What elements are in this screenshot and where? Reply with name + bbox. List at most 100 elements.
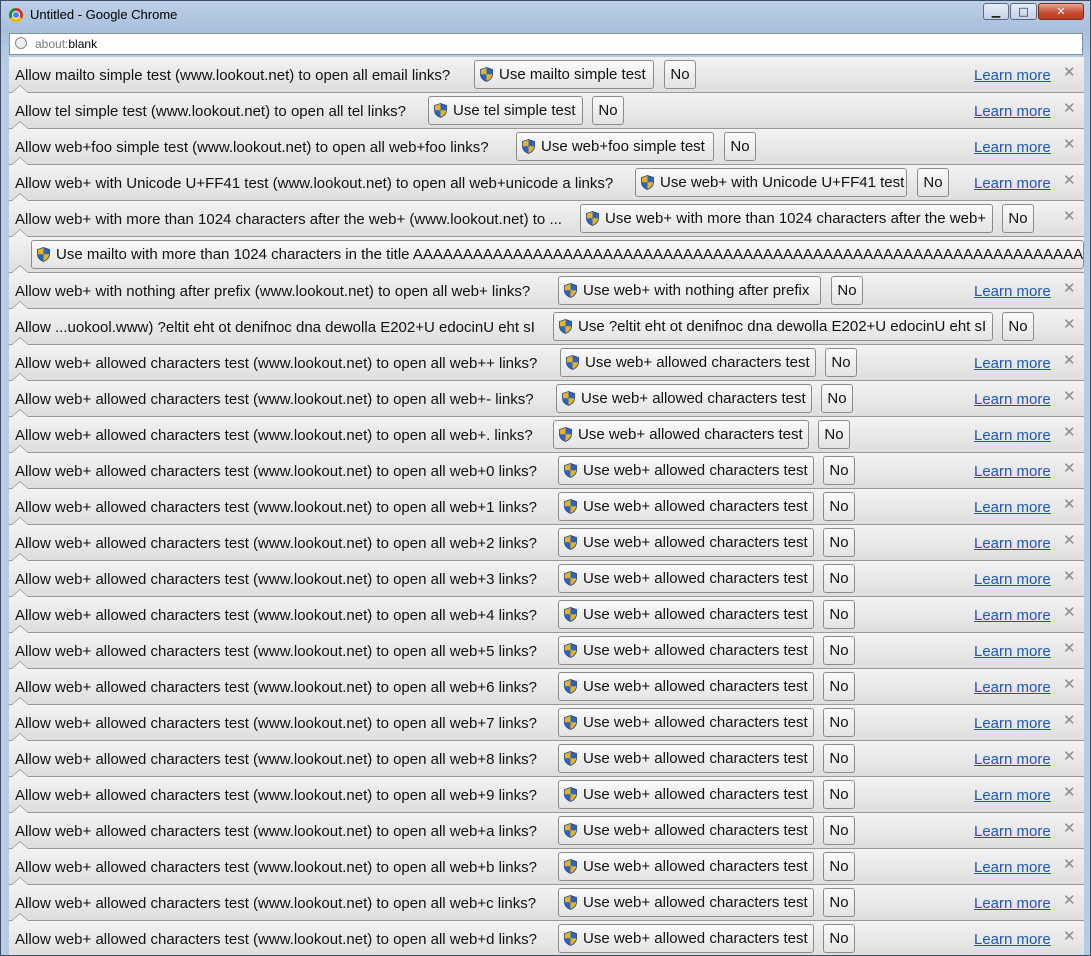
close-infobar-icon[interactable]: ✕: [1063, 65, 1076, 80]
no-button[interactable]: No: [823, 564, 855, 593]
use-handler-button[interactable]: Use web+ allowed characters test: [558, 600, 814, 629]
close-infobar-icon[interactable]: ✕: [1063, 137, 1076, 152]
close-infobar-icon[interactable]: ✕: [1063, 713, 1076, 728]
use-handler-button[interactable]: Use web+ allowed characters test: [558, 816, 814, 845]
no-button[interactable]: No: [664, 60, 696, 89]
learn-more-link[interactable]: Learn more: [974, 931, 1051, 948]
no-button[interactable]: No: [823, 708, 855, 737]
no-button[interactable]: No: [831, 276, 863, 305]
learn-more-link[interactable]: Learn more: [974, 283, 1051, 300]
close-infobar-icon[interactable]: ✕: [1063, 677, 1076, 692]
no-button[interactable]: No: [917, 168, 949, 197]
use-handler-button[interactable]: Use web+ allowed characters test: [558, 888, 814, 917]
close-infobar-icon[interactable]: ✕: [1063, 749, 1076, 764]
use-handler-button[interactable]: Use web+ allowed characters test: [553, 420, 809, 449]
use-handler-button[interactable]: Use web+ allowed characters test: [558, 744, 814, 773]
no-button[interactable]: No: [825, 348, 857, 377]
learn-more-link[interactable]: Learn more: [974, 679, 1051, 696]
use-handler-button[interactable]: Use web+ allowed characters test: [558, 708, 814, 737]
address-text[interactable]: about:blank: [35, 37, 97, 51]
use-handler-button[interactable]: Use web+ allowed characters test: [558, 528, 814, 557]
no-button[interactable]: No: [592, 96, 624, 125]
learn-more-link[interactable]: Learn more: [974, 535, 1051, 552]
no-button[interactable]: No: [823, 924, 855, 953]
use-handler-button[interactable]: Use web+ allowed characters test: [558, 924, 814, 953]
no-button[interactable]: No: [823, 816, 855, 845]
learn-more-link[interactable]: Learn more: [974, 859, 1051, 876]
learn-more-link[interactable]: Learn more: [974, 139, 1051, 156]
close-infobar-icon[interactable]: ✕: [1063, 209, 1076, 224]
learn-more-link[interactable]: Learn more: [974, 499, 1051, 516]
close-infobar-icon[interactable]: ✕: [1063, 641, 1076, 656]
learn-more-link[interactable]: Learn more: [974, 355, 1051, 372]
close-infobar-icon[interactable]: ✕: [1063, 533, 1076, 548]
no-button[interactable]: No: [821, 384, 853, 413]
use-handler-button[interactable]: Use mailto with more than 1024 character…: [31, 240, 1084, 269]
learn-more-link[interactable]: Learn more: [974, 607, 1051, 624]
use-handler-button[interactable]: Use web+ with Unicode U+FF41 test: [635, 168, 907, 197]
learn-more-link[interactable]: Learn more: [974, 391, 1051, 408]
close-infobar-icon[interactable]: ✕: [1063, 461, 1076, 476]
close-infobar-icon[interactable]: ✕: [1063, 353, 1076, 368]
learn-more-link[interactable]: Learn more: [974, 463, 1051, 480]
no-button[interactable]: No: [823, 744, 855, 773]
no-button[interactable]: No: [724, 132, 756, 161]
learn-more-link[interactable]: Learn more: [974, 643, 1051, 660]
use-handler-button[interactable]: Use web+ allowed characters test: [560, 348, 816, 377]
no-button[interactable]: No: [823, 456, 855, 485]
use-handler-button[interactable]: Use web+ allowed characters test: [558, 852, 814, 881]
use-handler-button[interactable]: Use mailto simple test: [474, 60, 654, 89]
learn-more-link[interactable]: Learn more: [974, 895, 1051, 912]
close-infobar-icon[interactable]: ✕: [1063, 857, 1076, 872]
close-infobar-icon[interactable]: ✕: [1063, 929, 1076, 944]
close-infobar-icon[interactable]: ✕: [1063, 173, 1076, 188]
no-button[interactable]: No: [823, 636, 855, 665]
address-bar[interactable]: about:blank: [9, 33, 1083, 55]
title-bar[interactable]: Untitled - Google Chrome ▁ □ ✕: [1, 1, 1090, 31]
maximize-button[interactable]: □: [1010, 3, 1037, 20]
close-infobar-icon[interactable]: ✕: [1063, 317, 1076, 332]
learn-more-link[interactable]: Learn more: [974, 823, 1051, 840]
no-button[interactable]: No: [823, 528, 855, 557]
learn-more-link[interactable]: Learn more: [974, 751, 1051, 768]
close-window-button[interactable]: ✕: [1038, 3, 1084, 20]
close-infobar-icon[interactable]: ✕: [1063, 389, 1076, 404]
close-infobar-icon[interactable]: ✕: [1063, 101, 1076, 116]
close-infobar-icon[interactable]: ✕: [1063, 605, 1076, 620]
minimize-button[interactable]: ▁: [983, 3, 1009, 20]
close-infobar-icon[interactable]: ✕: [1063, 497, 1076, 512]
use-handler-button[interactable]: Use tel simple test: [428, 96, 583, 125]
use-handler-button[interactable]: Use web+ allowed characters test: [558, 456, 814, 485]
use-handler-button[interactable]: Use web+ allowed characters test: [558, 672, 814, 701]
close-infobar-icon[interactable]: ✕: [1063, 821, 1076, 836]
no-button[interactable]: No: [823, 888, 855, 917]
use-handler-button[interactable]: Use web+ allowed characters test: [558, 564, 814, 593]
learn-more-link[interactable]: Learn more: [974, 715, 1051, 732]
learn-more-link[interactable]: Learn more: [974, 787, 1051, 804]
learn-more-link[interactable]: Learn more: [974, 427, 1051, 444]
use-handler-button[interactable]: Use web+ allowed characters test: [556, 384, 812, 413]
close-infobar-icon[interactable]: ✕: [1063, 281, 1076, 296]
no-button[interactable]: No: [1002, 312, 1034, 341]
no-button[interactable]: No: [823, 492, 855, 521]
use-handler-button[interactable]: Use web+ with more than 1024 characters …: [580, 204, 993, 233]
no-button[interactable]: No: [823, 672, 855, 701]
use-handler-button[interactable]: Use web+ allowed characters test: [558, 636, 814, 665]
learn-more-link[interactable]: Learn more: [974, 67, 1051, 84]
close-infobar-icon[interactable]: ✕: [1063, 785, 1076, 800]
learn-more-link[interactable]: Learn more: [974, 175, 1051, 192]
use-handler-button[interactable]: Use web+ allowed characters test: [558, 492, 814, 521]
use-handler-button[interactable]: Use ?eltit eht ot denifnoc dna dewolla E…: [553, 312, 993, 341]
no-button[interactable]: No: [823, 600, 855, 629]
no-button[interactable]: No: [823, 852, 855, 881]
close-infobar-icon[interactable]: ✕: [1063, 893, 1076, 908]
use-handler-button[interactable]: Use web+ with nothing after prefix: [558, 276, 821, 305]
no-button[interactable]: No: [1002, 204, 1034, 233]
no-button[interactable]: No: [818, 420, 850, 449]
no-button[interactable]: No: [823, 780, 855, 809]
use-handler-button[interactable]: Use web+foo simple test: [516, 132, 714, 161]
learn-more-link[interactable]: Learn more: [974, 571, 1051, 588]
use-handler-button[interactable]: Use web+ allowed characters test: [558, 780, 814, 809]
learn-more-link[interactable]: Learn more: [974, 103, 1051, 120]
close-infobar-icon[interactable]: ✕: [1063, 425, 1076, 440]
